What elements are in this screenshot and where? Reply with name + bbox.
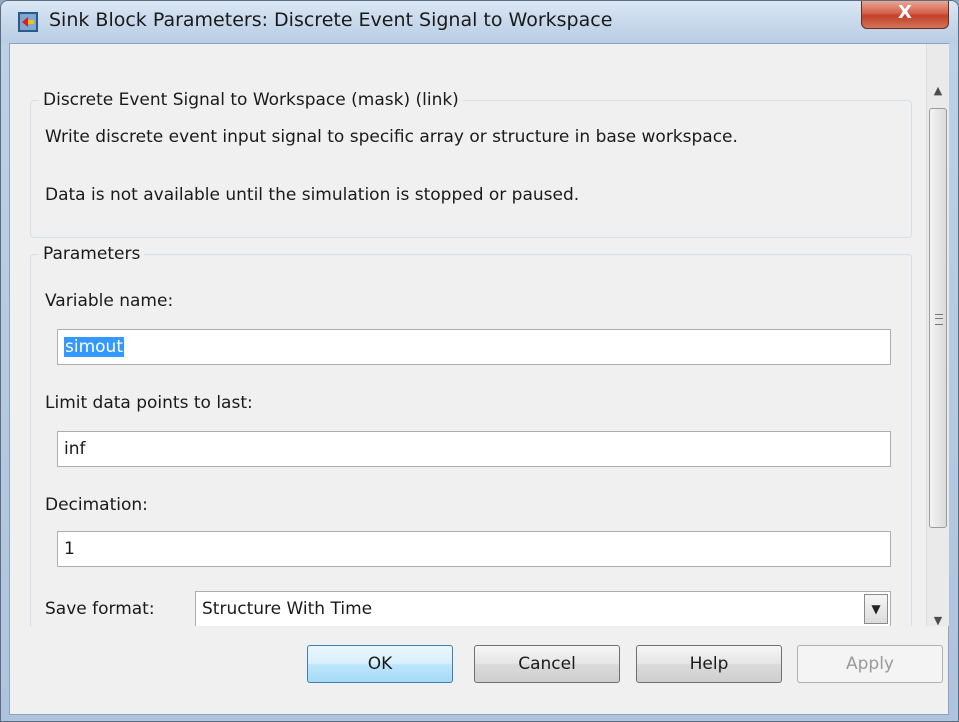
- variable-name-value: simout: [64, 337, 124, 357]
- vertical-scrollbar[interactable]: ▲ ▼: [926, 44, 949, 627]
- cancel-button[interactable]: Cancel: [474, 645, 620, 683]
- limit-data-points-label: Limit data points to last:: [45, 393, 253, 413]
- limit-data-points-input[interactable]: inf: [57, 431, 891, 467]
- save-format-label: Save format:: [45, 599, 155, 619]
- parameters-group: Parameters Variable name: simout Limit d…: [30, 244, 912, 626]
- decimation-label: Decimation:: [45, 495, 148, 515]
- ok-button[interactable]: OK: [307, 645, 453, 683]
- title-bar[interactable]: Sink Block Parameters: Discrete Event Si…: [1, 1, 958, 43]
- arrow-down-icon[interactable]: ▼: [927, 610, 949, 632]
- chevron-down-icon[interactable]: ▼: [864, 594, 888, 624]
- description-line-1: Write discrete event input signal to spe…: [45, 127, 738, 147]
- dialog-body: Discrete Event Signal to Workspace (mask…: [9, 43, 949, 715]
- description-group-title: Discrete Event Signal to Workspace (mask…: [39, 90, 463, 110]
- close-button[interactable]: X: [861, 1, 949, 29]
- scrollbar-thumb[interactable]: [929, 108, 947, 528]
- description-group: Discrete Event Signal to Workspace (mask…: [30, 90, 912, 238]
- decimation-input[interactable]: 1: [57, 531, 891, 567]
- simulink-block-icon: [18, 12, 38, 32]
- dialog-window: Sink Block Parameters: Discrete Event Si…: [0, 0, 959, 722]
- variable-name-label: Variable name:: [45, 291, 174, 311]
- parameters-group-title: Parameters: [39, 244, 145, 264]
- save-format-select[interactable]: Structure With Time ▼: [195, 591, 891, 626]
- description-line-2: Data is not available until the simulati…: [45, 185, 580, 205]
- window-title: Sink Block Parameters: Discrete Event Si…: [49, 9, 613, 31]
- variable-name-input[interactable]: simout: [57, 329, 891, 365]
- grip-icon: [935, 314, 943, 325]
- help-button[interactable]: Help: [636, 645, 782, 683]
- save-format-value: Structure With Time: [202, 599, 373, 619]
- scroll-content: Discrete Event Signal to Workspace (mask…: [10, 44, 926, 626]
- arrow-up-icon[interactable]: ▲: [927, 80, 949, 102]
- apply-button: Apply: [797, 645, 943, 683]
- close-icon: X: [898, 2, 912, 23]
